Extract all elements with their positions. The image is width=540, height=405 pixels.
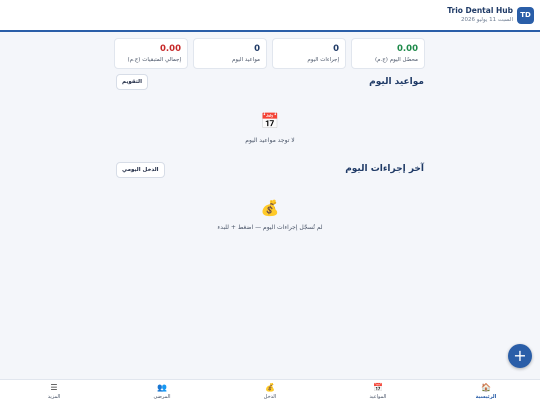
home-icon: 🏠 xyxy=(481,383,491,392)
appointments-section-title: مواعيد اليوم xyxy=(369,77,424,87)
appointments-empty-text: لا توجد مواعيد اليوم xyxy=(245,137,295,144)
nav-item-more[interactable]: ☰ المزيد xyxy=(24,382,84,401)
stat-card-procedures-today[interactable]: 0 إجراءات اليوم xyxy=(272,38,346,69)
stat-card-collected-today[interactable]: 0.00 محصّل اليوم (ج.م) xyxy=(351,38,425,69)
procedures-section-title: آخر إجراءات اليوم xyxy=(345,164,424,174)
app-title: Trio Dental Hub xyxy=(447,6,513,15)
stat-label: مواعيد اليوم xyxy=(231,57,260,63)
add-procedure-button[interactable]: + xyxy=(508,344,532,368)
money-bag-icon: 💰 xyxy=(260,199,280,217)
stat-label: إجمالي المتبقيات (ج.م) xyxy=(127,57,181,63)
nav-item-appointments[interactable]: 📅 المواعيد xyxy=(348,382,408,401)
nav-label: المزيد xyxy=(47,394,61,400)
bottom-nav: 🏠 الرئيسية 📅 المواعيد 💰 الدخل 👥 المرضى ☰… xyxy=(0,379,540,405)
stat-value: 0 xyxy=(333,44,339,54)
nav-item-patients[interactable]: 👥 المرضى xyxy=(132,382,192,401)
daily-income-button[interactable]: الدخل اليومي xyxy=(116,162,165,178)
avatar[interactable]: TD xyxy=(517,7,534,24)
menu-icon: ☰ xyxy=(50,383,58,392)
stat-value: 0.00 xyxy=(397,44,418,54)
app-header: TD Trio Dental Hub السبت 11 يوليو 2026 xyxy=(0,0,540,32)
current-date: السبت 11 يوليو 2026 xyxy=(461,17,513,23)
calendar-icon: 📅 xyxy=(373,383,383,392)
nav-item-income[interactable]: 💰 الدخل xyxy=(240,382,300,401)
stat-card-total-remaining[interactable]: 0.00 إجمالي المتبقيات (ج.م) xyxy=(114,38,188,69)
nav-label: المواعيد xyxy=(369,394,387,400)
stat-label: محصّل اليوم (ج.م) xyxy=(374,57,418,63)
stat-label: إجراءات اليوم xyxy=(307,57,339,63)
calendar-button[interactable]: التقويم xyxy=(116,74,148,90)
nav-label: المرضى xyxy=(153,394,171,400)
nav-label: الرئيسية xyxy=(475,394,497,400)
procedures-empty-text: لم تُسجّل إجراءات اليوم — اضغط + للبدء xyxy=(217,224,323,231)
stat-value: 0 xyxy=(254,44,260,54)
nav-item-home[interactable]: 🏠 الرئيسية xyxy=(456,382,516,401)
patients-icon: 👥 xyxy=(157,383,167,392)
stat-card-appointments-today[interactable]: 0 مواعيد اليوم xyxy=(193,38,267,69)
calendar-icon: 📅 xyxy=(260,112,280,130)
nav-label: الدخل xyxy=(263,394,277,400)
money-bag-icon: 💰 xyxy=(265,383,275,392)
stat-value: 0.00 xyxy=(160,44,181,54)
